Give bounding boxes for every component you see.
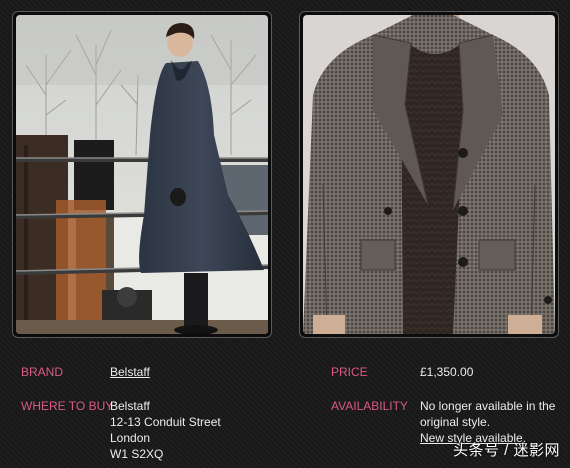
photo-grey-peacoat	[303, 15, 555, 334]
address-line: W1 S2XQ	[110, 447, 164, 461]
brand-link[interactable]: Belstaff	[110, 365, 150, 379]
price-label: PRICE	[331, 365, 368, 379]
address-line: 12-13 Conduit Street	[110, 415, 221, 429]
photo-man-in-overcoat	[16, 15, 268, 334]
photo-frame-left	[12, 11, 272, 338]
where-to-buy-address: Belstaff 12-13 Conduit Street London W1 …	[110, 398, 221, 462]
watermark: 头条号 / 迷影网	[452, 442, 560, 459]
availability-label: AVAILABILITY	[331, 399, 408, 413]
availability-line: No longer available in the	[420, 399, 556, 413]
price-value: £1,350.00	[420, 365, 474, 379]
address-line: Belstaff	[110, 399, 150, 413]
brand-label: BRAND	[21, 365, 64, 379]
where-to-buy-label: WHERE TO BUY	[21, 399, 114, 413]
availability-line: original style.	[420, 415, 491, 429]
photo-frame-right	[299, 11, 559, 338]
address-line: London	[110, 431, 151, 445]
